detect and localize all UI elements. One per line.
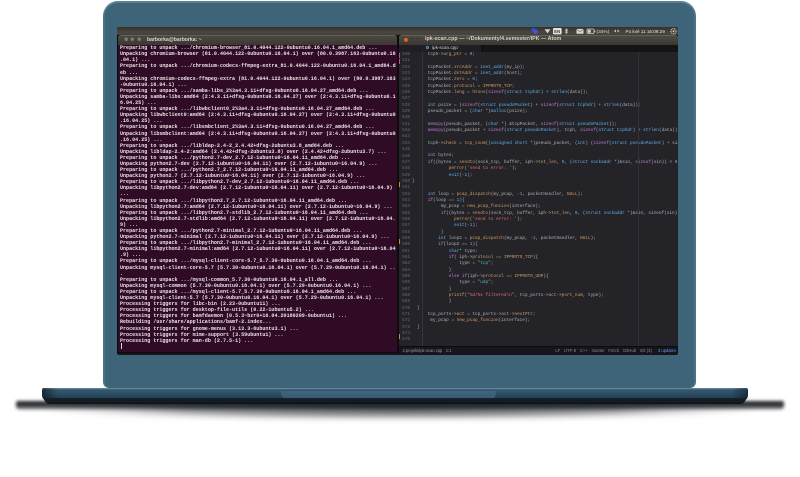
svg-text:Po kvě 11 16:09:29: Po kvě 11 16:09:29 bbox=[626, 29, 666, 34]
svg-text:(34%): (34%) bbox=[597, 29, 610, 35]
svg-text:EN: EN bbox=[554, 29, 560, 34]
